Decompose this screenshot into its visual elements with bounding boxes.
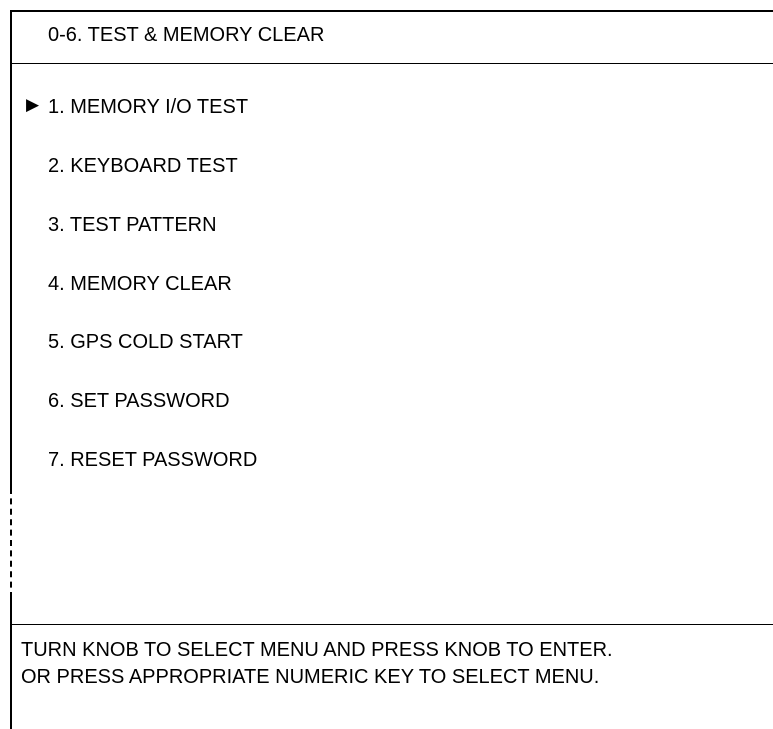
menu-item-test-pattern[interactable]: 3. TEST PATTERN <box>48 212 217 238</box>
frame-left-lower-border <box>10 598 12 729</box>
menu-item-keyboard-test[interactable]: 2. KEYBOARD TEST <box>48 153 238 179</box>
menu-screen: 0-6. TEST & MEMORY CLEAR ▶ 1. MEMORY I/O… <box>0 0 773 729</box>
instruction-line-1: TURN KNOB TO SELECT MENU AND PRESS KNOB … <box>21 639 613 661</box>
menu-item-memory-clear[interactable]: 4. MEMORY CLEAR <box>48 271 232 297</box>
footer-divider <box>10 624 773 625</box>
frame-top-border <box>10 10 773 12</box>
frame-left-border <box>10 10 12 488</box>
selection-cursor-icon: ▶ <box>26 95 40 114</box>
instruction-text: TURN KNOB TO SELECT MENU AND PRESS KNOB … <box>21 637 613 691</box>
title-divider <box>10 63 773 64</box>
menu-item-gps-cold-start[interactable]: 5. GPS COLD START <box>48 329 243 355</box>
instruction-line-2: OR PRESS APPROPRIATE NUMERIC KEY TO SELE… <box>21 666 600 688</box>
menu-item-memory-io-test[interactable]: 1. MEMORY I/O TEST <box>48 94 248 120</box>
page-title: 0-6. TEST & MEMORY CLEAR <box>48 24 325 46</box>
menu-item-reset-password[interactable]: 7. RESET PASSWORD <box>48 447 257 473</box>
menu-item-set-password[interactable]: 6. SET PASSWORD <box>48 388 230 414</box>
frame-left-dashed-border <box>10 488 12 598</box>
